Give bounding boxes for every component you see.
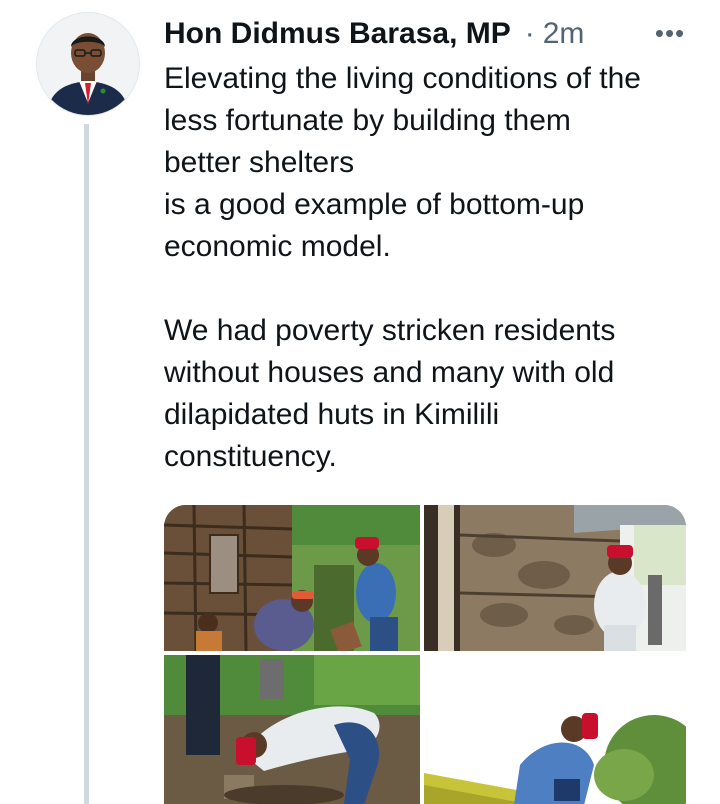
photo-mud-hut-with-residents-icon <box>164 505 420 651</box>
tweet-header: Hon Didmus Barasa, MP · 2m ••• <box>164 14 692 54</box>
photo-1[interactable] <box>164 505 420 651</box>
photo-mp-digging-foundation-icon <box>164 655 420 804</box>
thread-connector-line <box>84 124 89 804</box>
media-grid <box>164 505 686 804</box>
tweet-line: Elevating the living conditions of the <box>164 62 641 95</box>
tweet-timestamp[interactable]: 2m <box>543 17 585 51</box>
tweet-line: less fortunate by building them <box>164 104 571 137</box>
tweet-line: constituency. <box>164 440 337 473</box>
photo-4[interactable] <box>424 655 686 804</box>
header-separator: · <box>524 17 535 50</box>
photo-mp-by-mud-wall-icon <box>424 505 686 651</box>
photo-3[interactable] <box>164 655 420 804</box>
tweet-paragraph-1: Elevating the living conditions of the l… <box>164 58 704 268</box>
tweet-text: Elevating the living conditions of the l… <box>164 58 704 478</box>
tweet-line: dilapidated huts in Kimilili <box>164 398 500 431</box>
tweet-paragraph-2: We had poverty stricken residents withou… <box>164 310 704 478</box>
tweet-line: We had poverty stricken residents <box>164 314 616 347</box>
tweet-line: without houses and many with old <box>164 356 615 389</box>
author-avatar[interactable] <box>36 12 140 116</box>
author-name[interactable]: Hon Didmus Barasa, MP <box>164 17 511 51</box>
tweet-line: is a good example of bottom-up <box>164 188 585 221</box>
avatar-portrait-icon <box>37 13 139 115</box>
more-options-icon[interactable]: ••• <box>648 16 692 50</box>
tweet-line: economic model. <box>164 230 391 263</box>
photo-2[interactable] <box>424 505 686 651</box>
tweet-line: better shelters <box>164 146 355 179</box>
photo-mp-on-roof-icon <box>424 655 686 804</box>
